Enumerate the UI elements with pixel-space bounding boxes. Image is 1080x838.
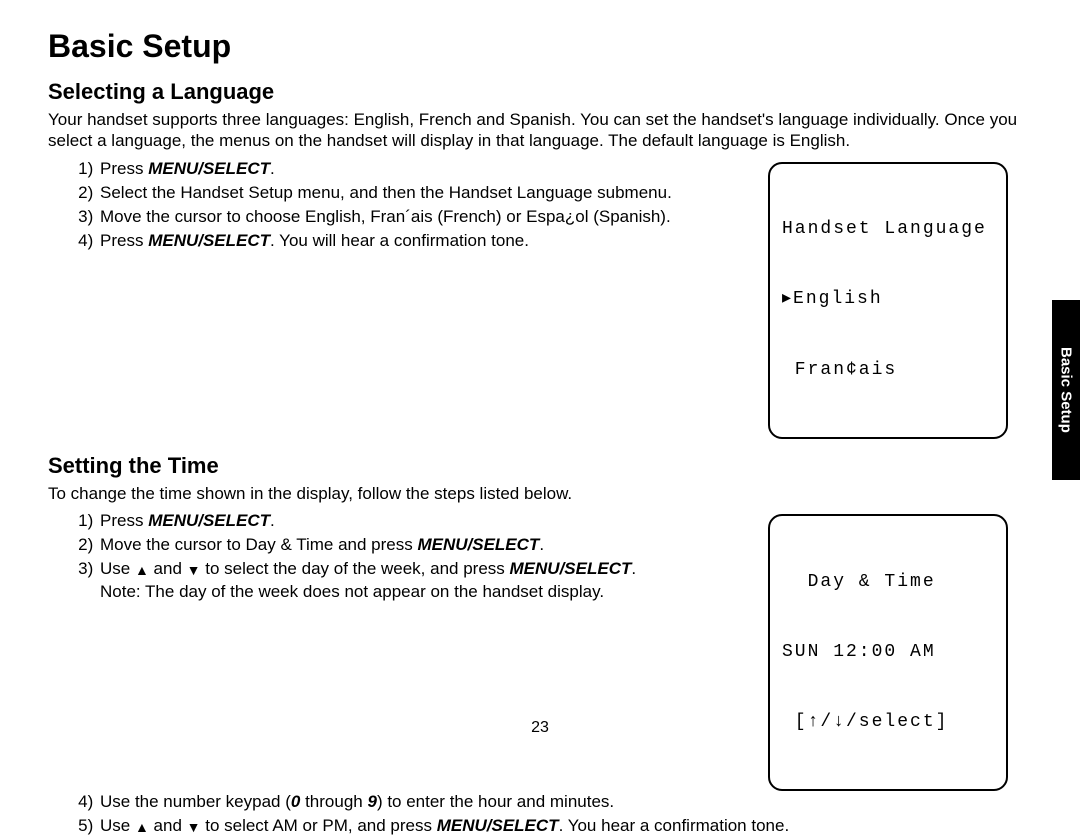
lcd-line: SUN 12:00 AM (782, 641, 994, 664)
step-text: . You will hear a confirmation tone. (270, 231, 529, 250)
keypad-nine: 9 (367, 792, 376, 811)
step-text: Use (100, 816, 135, 835)
time-row: Press MENU/SELECT. Move the cursor to Da… (48, 508, 1032, 791)
menu-select-label: MENU/SELECT (437, 816, 559, 835)
lcd-line: ▸English (782, 288, 994, 311)
language-row: Press MENU/SELECT. Select the Handset Se… (48, 156, 1032, 439)
time-step-4: Use the number keypad (0 through 9) to e… (98, 791, 1032, 813)
step-text: Move the cursor to Day & Time and press (100, 535, 417, 554)
down-arrow-icon (187, 559, 201, 581)
keypad-zero: 0 (291, 792, 300, 811)
time-step-1: Press MENU/SELECT. (98, 510, 748, 532)
step-text: Press (100, 231, 148, 250)
step-note: Note: The day of the week does not appea… (100, 582, 604, 601)
step-text: . (270, 511, 275, 530)
language-step-2: Select the Handset Setup menu, and then … (98, 182, 748, 204)
menu-select-label: MENU/SELECT (148, 511, 270, 530)
page-title: Basic Setup (48, 28, 1032, 65)
menu-select-label: MENU/SELECT (510, 559, 632, 578)
lcd-language: Handset Language ▸English Fran¢ais (768, 162, 1008, 439)
section-intro-language: Your handset supports three languages: E… (48, 109, 1032, 152)
step-text: and (149, 559, 187, 578)
time-step-3: Use and to select the day of the week, a… (98, 558, 748, 603)
step-text: Press (100, 511, 148, 530)
step-text: Use the number keypad ( (100, 792, 291, 811)
step-text: ) to enter the hour and minutes. (377, 792, 614, 811)
step-text: . (631, 559, 636, 578)
language-step-1: Press MENU/SELECT. (98, 158, 748, 180)
down-arrow-icon (187, 816, 201, 838)
lcd-time: Day & Time SUN 12:00 AM [↑/↓/select] (768, 514, 1008, 791)
up-arrow-icon (135, 816, 149, 838)
lcd-line: Fran¢ais (782, 359, 994, 382)
side-tab-label: Basic Setup (1052, 300, 1080, 480)
language-step-4: Press MENU/SELECT. You will hear a confi… (98, 230, 748, 252)
step-text: . You hear a confirmation tone. (559, 816, 790, 835)
menu-select-label: MENU/SELECT (148, 159, 270, 178)
menu-select-label: MENU/SELECT (417, 535, 539, 554)
language-step-3: Move the cursor to choose English, Fran´… (98, 206, 748, 228)
time-step-2: Move the cursor to Day & Time and press … (98, 534, 748, 556)
step-text: to select the day of the week, and press (201, 559, 510, 578)
lcd-line: Handset Language (782, 218, 994, 241)
time-step-5: Use and to select AM or PM, and press ME… (98, 815, 1032, 838)
language-steps: Press MENU/SELECT. Select the Handset Se… (48, 158, 748, 254)
step-text: and (149, 816, 187, 835)
step-text: . (539, 535, 544, 554)
step-text: to select AM or PM, and press (201, 816, 437, 835)
time-steps: Press MENU/SELECT. Move the cursor to Da… (48, 510, 748, 605)
section-heading-time: Setting the Time (48, 453, 1032, 479)
section-intro-time: To change the time shown in the display,… (48, 483, 1032, 504)
page-number: 23 (0, 719, 1080, 737)
step-text: . (270, 159, 275, 178)
manual-page: Basic Setup Selecting a Language Your ha… (0, 0, 1080, 759)
lcd-line: Day & Time (782, 571, 994, 594)
up-arrow-icon (135, 559, 149, 581)
step-text: Use (100, 559, 135, 578)
time-steps-continued: Use the number keypad (0 through 9) to e… (48, 791, 1032, 838)
menu-select-label: MENU/SELECT (148, 231, 270, 250)
section-heading-language: Selecting a Language (48, 79, 1032, 105)
step-text: Press (100, 159, 148, 178)
step-text: through (300, 792, 367, 811)
